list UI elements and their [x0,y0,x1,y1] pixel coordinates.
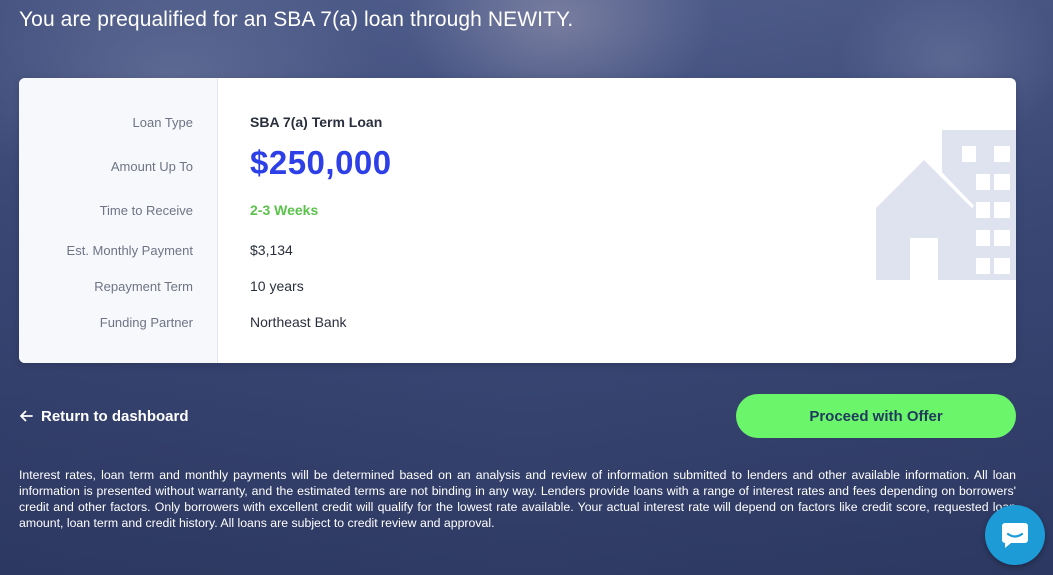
chat-widget-button[interactable] [985,505,1045,565]
building-icon [874,130,1016,280]
funding-partner-value: Northeast Bank [250,314,347,330]
return-to-dashboard-label: Return to dashboard [41,407,189,425]
time-to-receive-value: 2-3 Weeks [250,202,319,218]
disclaimer-text: Interest rates, loan term and monthly pa… [19,468,1016,530]
repayment-term-value: 10 years [250,278,304,294]
arrow-left-icon [20,410,33,422]
time-to-receive-label: Time to Receive [99,203,193,218]
prequalified-subtitle: You are prequalified for an SBA 7(a) loa… [19,8,574,31]
funding-partner-label: Funding Partner [99,315,193,330]
return-to-dashboard-link[interactable]: Return to dashboard [19,405,189,427]
loan-type-value: SBA 7(a) Term Loan [250,114,383,130]
proceed-with-offer-button[interactable]: Proceed with Offer [736,394,1016,438]
monthly-payment-value: $3,134 [250,242,293,258]
amount-label: Amount Up To [110,159,193,174]
chat-icon [1002,523,1028,548]
monthly-payment-label: Est. Monthly Payment [66,243,193,258]
offer-labels-column: Loan Type Amount Up To Time to Receive E… [19,78,218,363]
loan-type-label: Loan Type [132,115,193,130]
repayment-term-label: Repayment Term [94,279,193,294]
amount-value: $250,000 [250,144,392,181]
loan-offer-card: Loan Type Amount Up To Time to Receive E… [19,78,1016,363]
